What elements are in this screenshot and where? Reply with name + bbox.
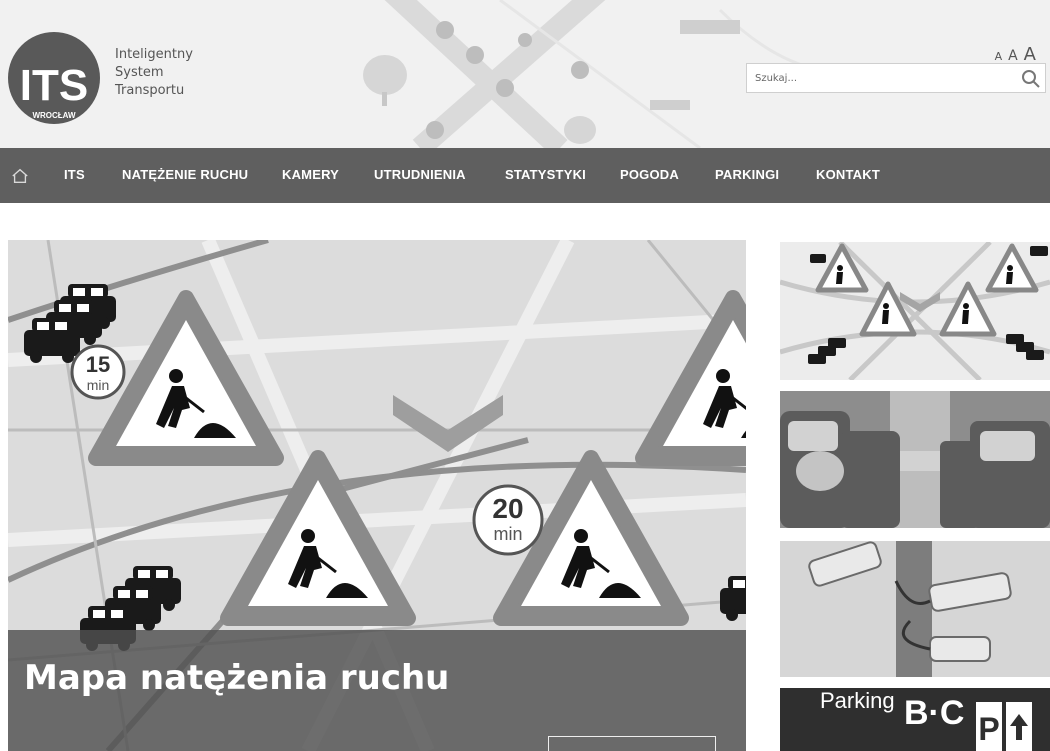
parking-sign-word: Parking [820,688,895,713]
hero-more-button[interactable] [548,736,716,751]
svg-text:WROCŁAW: WROCŁAW [32,111,76,120]
site-header: ITS WROCŁAW Inteligentny System Transpor… [0,0,1050,148]
hero-badge-left-unit: min [87,377,110,393]
nav-item-utrudnienia[interactable]: UTRUDNIENIA [374,167,466,182]
logo-line: System [115,65,164,80]
hero-slider[interactable]: 15 min 20 min Mapa natężenia ruchu [8,240,746,751]
home-link[interactable] [0,148,40,203]
hero-title[interactable]: Mapa natężenia ruchu [24,658,449,698]
roadworks-thumbnail-image [780,242,1050,380]
nav-item-pogoda[interactable]: POGODA [620,167,679,182]
its-logo[interactable]: ITS WROCŁAW [8,18,100,128]
nav-item-natezenie-ruchu[interactable]: NATĘŻENIE RUCHU [122,167,248,182]
nav-item-kontakt[interactable]: KONTAKT [816,167,880,182]
svg-text:P: P [978,711,999,747]
nav-item-statystyki[interactable]: STATYSTYKI [505,167,586,182]
parking-p-icon: P [976,702,1032,751]
logo-tagline: Inteligentny System Transportu [115,46,193,100]
thumb-traffic-jam[interactable] [780,391,1050,528]
hero-badge-right-unit: min [493,524,522,544]
thumb-cameras[interactable] [780,541,1050,677]
search-icon[interactable] [1021,69,1041,89]
nav-item-its[interactable]: ITS [64,167,85,182]
home-icon [12,168,28,183]
font-size-large-button[interactable]: A [1024,44,1036,65]
header-map-illustration [363,0,820,148]
hero-badge-right-number: 20 [492,493,523,524]
logo-line: Transportu [115,83,185,98]
search-input[interactable] [747,64,1007,92]
font-size-small-button[interactable]: A [995,50,1003,63]
nav-item-kamery[interactable]: KAMERY [282,167,339,182]
hero-badge-left-number: 15 [86,352,110,377]
nav-item-parkingi[interactable]: PARKINGI [715,167,779,182]
search-box [746,63,1046,93]
logo-line: Inteligentny [115,47,193,62]
svg-text:ITS: ITS [20,61,88,110]
hero-caption: Mapa natężenia ruchu [8,630,746,751]
cameras-thumbnail-image [780,541,1050,677]
font-size-medium-button[interactable]: A [1008,48,1018,64]
thumb-parking[interactable]: Parking B·C P [780,688,1050,751]
traffic-jam-thumbnail-image [780,391,1050,528]
main-navigation: ITS NATĘŻENIE RUCHU KAMERY UTRUDNIENIA S… [0,148,1050,203]
parking-sign-letters: B·C [904,694,965,732]
thumb-roadworks[interactable] [780,242,1050,380]
font-size-switcher: A A A [995,44,1036,65]
